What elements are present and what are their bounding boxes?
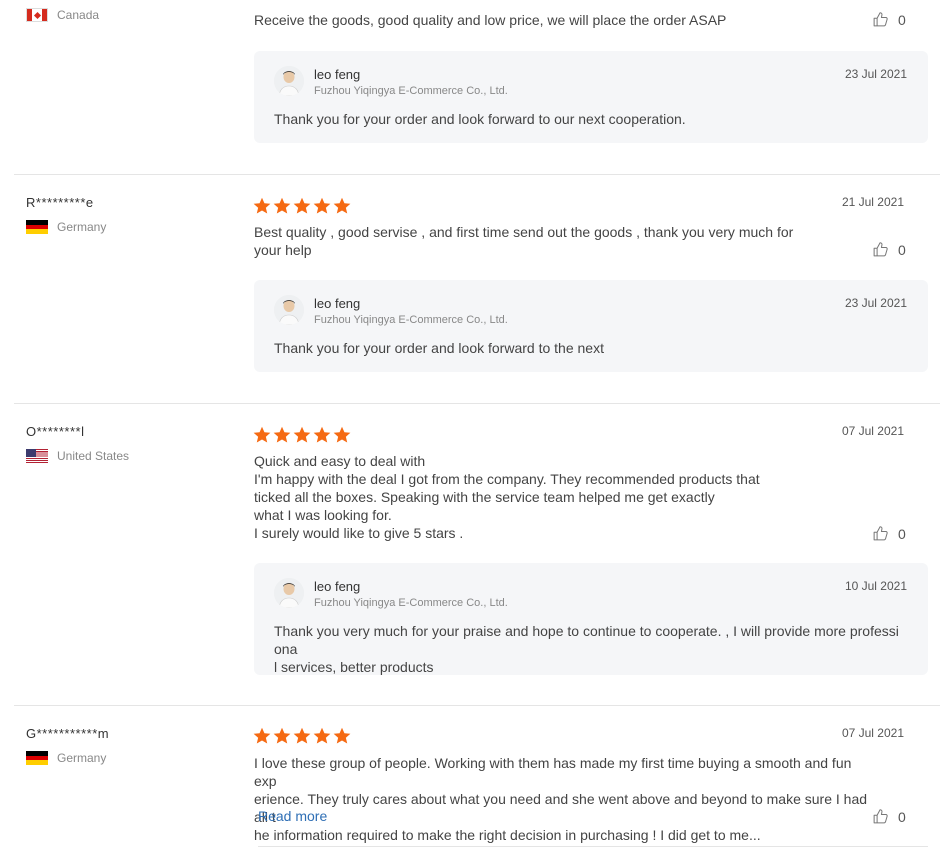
seller-avatar bbox=[274, 578, 304, 608]
review-text: I love these group of people. Working wi… bbox=[254, 754, 869, 844]
star-icon bbox=[333, 426, 351, 444]
like-button[interactable]: 0 bbox=[872, 241, 906, 258]
review-divider bbox=[258, 846, 928, 847]
germany-flag-icon bbox=[26, 220, 48, 234]
seller-reply: leo feng Fuzhou Yiqingya E-Commerce Co.,… bbox=[254, 563, 928, 675]
read-more-link[interactable]: Read more bbox=[258, 808, 327, 824]
review-text: Best quality , good servise , and first … bbox=[254, 224, 794, 258]
seller-name: leo feng bbox=[314, 67, 361, 82]
star-icon bbox=[253, 727, 271, 745]
review-date: 21 Jul 2021 bbox=[841, 195, 904, 209]
thumbs-up-icon bbox=[872, 525, 889, 542]
seller-name: leo feng bbox=[314, 579, 361, 594]
star-icon bbox=[293, 197, 311, 215]
seller-company: Fuzhou Yiqingya E-Commerce Co., Ltd. bbox=[314, 314, 508, 326]
review-date: 07 Jul 2021 bbox=[841, 726, 904, 740]
reply-date: 23 Jul 2021 bbox=[844, 296, 907, 310]
like-button[interactable]: 0 bbox=[872, 11, 906, 28]
star-icon bbox=[253, 426, 271, 444]
reply-text-line: Thank you very much for your praise and … bbox=[274, 623, 899, 657]
seller-avatar bbox=[274, 66, 304, 96]
like-count: 0 bbox=[898, 525, 906, 542]
thumbs-up-icon bbox=[872, 808, 889, 825]
review-text-line: Quick and easy to deal with bbox=[254, 453, 426, 469]
review-text: Quick and easy to deal with I'm happy wi… bbox=[254, 452, 869, 542]
review-text-line: he information required to make the righ… bbox=[254, 827, 761, 843]
seller-name: leo feng bbox=[314, 296, 361, 311]
seller-reply: leo feng Fuzhou Yiqingya E-Commerce Co.,… bbox=[254, 51, 928, 143]
like-count: 0 bbox=[898, 241, 906, 258]
review-divider bbox=[14, 403, 940, 404]
review-text-line: what I was looking for. bbox=[254, 507, 392, 523]
star-icon bbox=[273, 197, 291, 215]
star-rating bbox=[253, 197, 351, 215]
usa-flag-icon bbox=[26, 449, 48, 463]
star-icon bbox=[293, 727, 311, 745]
canada-flag-icon bbox=[26, 8, 48, 22]
like-count: 0 bbox=[898, 11, 906, 28]
star-icon bbox=[333, 727, 351, 745]
seller-company: Fuzhou Yiqingya E-Commerce Co., Ltd. bbox=[314, 85, 508, 97]
reviewer-country: Canada bbox=[26, 8, 99, 22]
star-icon bbox=[333, 197, 351, 215]
review-divider bbox=[14, 174, 940, 175]
reply-text: Thank you for your order and look forwar… bbox=[274, 340, 604, 356]
like-button[interactable]: 0 bbox=[872, 525, 906, 542]
review-text-line: ticked all the boxes. Speaking with the … bbox=[254, 489, 715, 505]
star-rating bbox=[253, 727, 351, 745]
country-name: Canada bbox=[57, 8, 100, 22]
review-text-line: erience. They truly cares about what you… bbox=[254, 791, 868, 825]
review-divider bbox=[14, 705, 940, 706]
star-icon bbox=[313, 727, 331, 745]
germany-flag-icon bbox=[26, 751, 48, 765]
star-rating bbox=[253, 426, 351, 444]
reply-text: Thank you for your order and look forwar… bbox=[274, 111, 686, 127]
star-icon bbox=[313, 426, 331, 444]
reviewer-name: G***********m bbox=[26, 726, 110, 741]
star-icon bbox=[273, 426, 291, 444]
reply-text: Thank you very much for your praise and … bbox=[274, 622, 906, 676]
like-button[interactable]: 0 bbox=[872, 808, 906, 825]
star-icon bbox=[293, 426, 311, 444]
reviewer-name: R*********e bbox=[26, 195, 94, 210]
reply-date: 10 Jul 2021 bbox=[844, 579, 907, 593]
reply-text-line: l services, better products bbox=[274, 659, 434, 675]
seller-company: Fuzhou Yiqingya E-Commerce Co., Ltd. bbox=[314, 597, 508, 609]
review-text-line: I'm happy with the deal I got from the c… bbox=[254, 471, 760, 487]
country-name: United States bbox=[57, 449, 130, 463]
star-icon bbox=[253, 197, 271, 215]
reviewer-country: Germany bbox=[26, 751, 106, 765]
review-text: Receive the goods, good quality and low … bbox=[254, 12, 727, 28]
reviewer-country: Germany bbox=[26, 220, 106, 234]
thumbs-up-icon bbox=[872, 241, 889, 258]
review-text-line: I love these group of people. Working wi… bbox=[254, 755, 852, 789]
star-icon bbox=[273, 727, 291, 745]
review-date: 07 Jul 2021 bbox=[841, 424, 904, 438]
seller-reply: leo feng Fuzhou Yiqingya E-Commerce Co.,… bbox=[254, 280, 928, 372]
like-count: 0 bbox=[898, 808, 906, 825]
reply-date: 23 Jul 2021 bbox=[844, 67, 907, 81]
reviewer-name: O********l bbox=[26, 424, 85, 439]
country-name: Germany bbox=[57, 220, 107, 234]
seller-avatar bbox=[274, 295, 304, 325]
reviewer-country: United States bbox=[26, 449, 129, 463]
thumbs-up-icon bbox=[872, 11, 889, 28]
review-text-line: I surely would like to give 5 stars . bbox=[254, 525, 464, 541]
country-name: Germany bbox=[57, 751, 107, 765]
star-icon bbox=[313, 197, 331, 215]
